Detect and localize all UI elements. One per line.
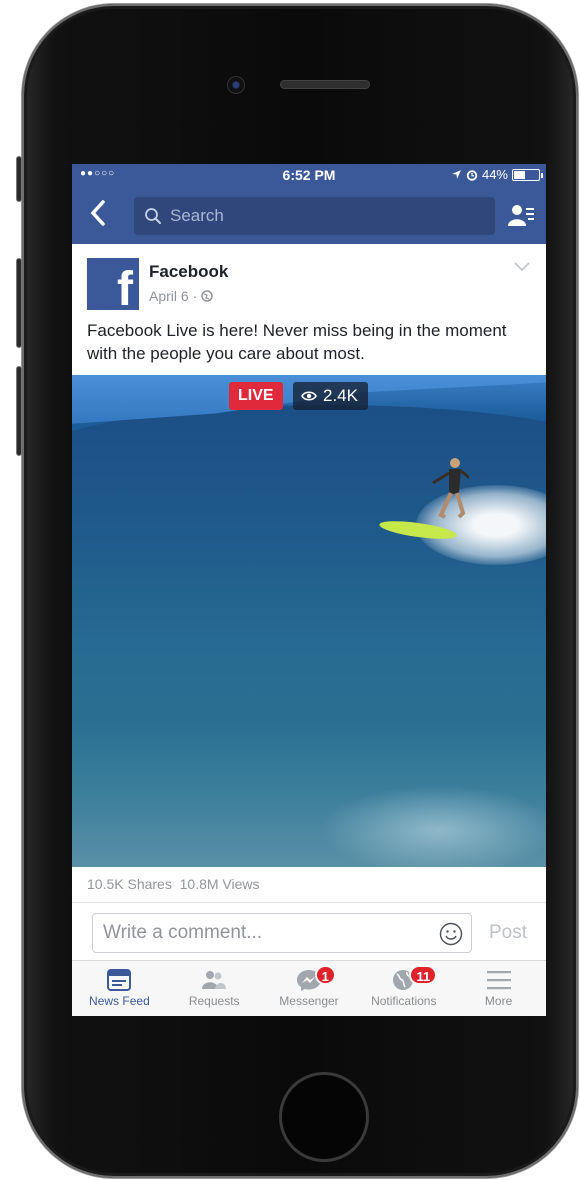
post-header: f Facebook April 6 · Facebook Live is he… bbox=[72, 244, 546, 375]
comment-input[interactable] bbox=[103, 922, 423, 944]
shares-count[interactable]: 10.5K Shares bbox=[87, 876, 172, 892]
front-camera bbox=[227, 76, 245, 94]
tab-requests[interactable]: Requests bbox=[167, 961, 262, 1016]
location-arrow-icon bbox=[452, 170, 461, 179]
status-right: 44% bbox=[451, 167, 543, 182]
tab-bar: News Feed Requests 1 Messenger 11 Notifi… bbox=[72, 960, 546, 1016]
tab-label: Requests bbox=[188, 994, 240, 1008]
news-feed-icon bbox=[107, 969, 132, 991]
public-globe-icon bbox=[201, 290, 213, 302]
tab-notifications[interactable]: 11 Notifications bbox=[356, 961, 451, 1016]
post-author[interactable]: Facebook bbox=[149, 262, 228, 282]
tab-label: Messenger bbox=[279, 994, 339, 1008]
live-video[interactable]: LIVE 2.4K bbox=[72, 375, 546, 867]
live-badge: LIVE bbox=[229, 382, 283, 410]
volume-down-button bbox=[16, 366, 22, 456]
earpiece-speaker bbox=[280, 80, 370, 89]
emoji-smiley-icon[interactable] bbox=[439, 922, 463, 946]
search-icon bbox=[145, 208, 161, 224]
tab-label: Notifications bbox=[371, 994, 437, 1008]
navigation-bar bbox=[72, 186, 546, 244]
app-screen: ●●○○○ 6:52 PM 44% f Facebook April 6 · bbox=[72, 164, 546, 1016]
water-foam bbox=[319, 785, 546, 867]
battery-percent: 44% bbox=[481, 167, 508, 182]
facebook-logo-icon[interactable]: f bbox=[87, 258, 139, 310]
friend-requests-icon bbox=[202, 971, 227, 989]
post-stats: 10.5K Shares 10.8M Views bbox=[87, 876, 260, 892]
post-text: Facebook Live is here! Never miss being … bbox=[87, 321, 507, 363]
alarm-clock-icon bbox=[466, 169, 478, 181]
viewer-count: 2.4K bbox=[323, 386, 358, 405]
hamburger-menu-icon bbox=[486, 971, 511, 990]
home-button[interactable] bbox=[279, 1072, 369, 1162]
battery-icon bbox=[512, 168, 543, 181]
friends-list-icon[interactable] bbox=[508, 202, 534, 228]
notifications-badge: 11 bbox=[409, 965, 438, 985]
comment-box[interactable] bbox=[92, 913, 472, 953]
post-meta: April 6 · bbox=[149, 288, 213, 304]
back-chevron-icon[interactable] bbox=[90, 200, 106, 231]
messenger-badge: 1 bbox=[314, 965, 336, 985]
comment-row: Post bbox=[72, 902, 546, 960]
surfer-figure bbox=[432, 458, 469, 519]
post-comment-button[interactable]: Post bbox=[489, 922, 527, 944]
status-bar: ●●○○○ 6:52 PM 44% bbox=[72, 164, 546, 186]
tab-label: More bbox=[484, 994, 513, 1008]
chevron-down-icon[interactable] bbox=[514, 262, 530, 272]
post-date[interactable]: April 6 bbox=[149, 288, 189, 304]
viewer-count-badge: 2.4K bbox=[293, 382, 368, 410]
silent-switch bbox=[16, 156, 22, 202]
views-count: 10.8M Views bbox=[179, 876, 260, 892]
search-input[interactable] bbox=[170, 206, 470, 226]
meta-separator: · bbox=[192, 288, 198, 304]
tab-messenger[interactable]: 1 Messenger bbox=[262, 961, 357, 1016]
volume-up-button bbox=[16, 258, 22, 348]
tab-news-feed[interactable]: News Feed bbox=[72, 961, 167, 1016]
eye-icon bbox=[301, 391, 317, 401]
search-bar[interactable] bbox=[134, 197, 495, 235]
tab-more[interactable]: More bbox=[451, 961, 546, 1016]
tab-label: News Feed bbox=[89, 994, 150, 1008]
